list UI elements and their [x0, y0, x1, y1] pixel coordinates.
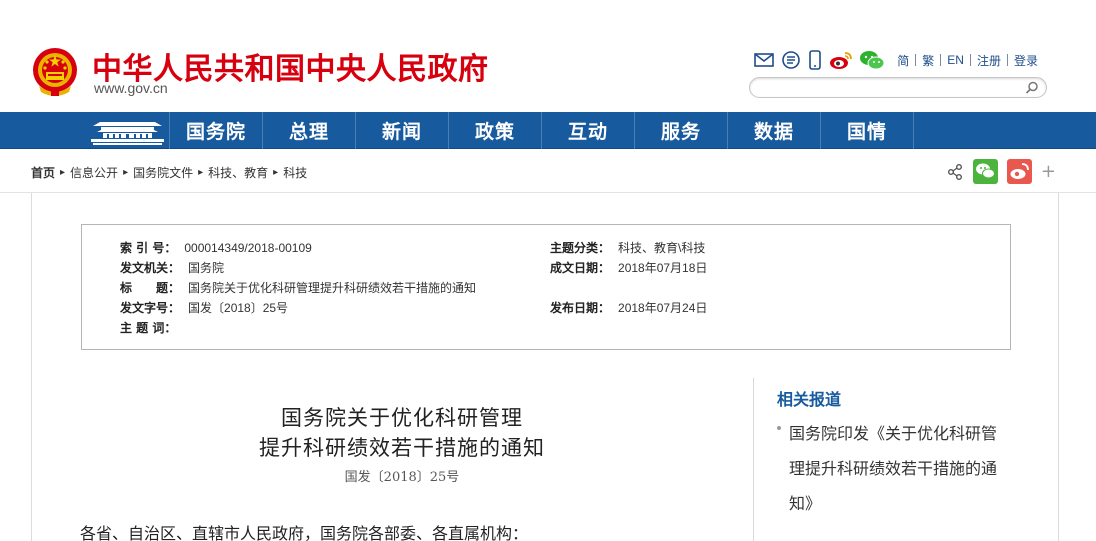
weibo-share-icon[interactable] [1006, 159, 1032, 184]
info-row-doc-no: 发文字号： 国发〔2018〕25号 [120, 299, 288, 316]
info-label: 发布日期： [550, 301, 611, 315]
nav-home[interactable] [85, 112, 170, 149]
rss-icon[interactable] [781, 50, 801, 70]
nav-item-policies[interactable]: 政策 [449, 112, 542, 149]
lang-english-link[interactable]: EN [941, 53, 970, 67]
breadcrumb-info-disclosure[interactable]: 信息公开 [70, 164, 118, 181]
site-header: 中华人民共和国中央人民政府 www.gov.cn 简 繁 EN 注册 登录 [0, 0, 1096, 112]
document-title-line: 国务院关于优化科研管理 [281, 406, 523, 430]
document-number: 国发〔2018〕25号 [344, 470, 460, 485]
info-label: 索 引 号： [120, 241, 177, 255]
document-title-line: 提升科研绩效若干措施的通知 [259, 436, 545, 460]
chevron-right-icon: ▸ [273, 167, 279, 178]
breadcrumb-bar: 首页 ▸ 信息公开 ▸ 国务院文件 ▸ 科技、教育 ▸ 科技 + [0, 150, 1096, 193]
info-value: 国务院关于优化科研管理提升科研绩效若干措施的通知 [188, 281, 477, 295]
info-row-index: 索 引 号： 000014349/2018-00109 [120, 239, 312, 256]
breadcrumb-sci-edu[interactable]: 科技、教育 [208, 164, 268, 181]
nav-item-state-council[interactable]: 国务院 [170, 112, 263, 149]
info-value: 2018年07月18日 [618, 261, 708, 275]
search-icon[interactable] [1024, 80, 1040, 96]
info-value: 国务院 [188, 261, 225, 275]
tiananmen-icon [91, 122, 164, 145]
document-title: 国务院关于优化科研管理 提升科研绩效若干措施的通知 [192, 403, 612, 463]
document-salutation: 各省、自治区、直辖市人民政府，国务院各部委、各直属机构： [80, 524, 529, 541]
main-nav: 国务院 总理 新闻 政策 互动 服务 数据 国情 [0, 112, 1096, 149]
lang-simplified-link[interactable]: 简 [891, 52, 915, 69]
wechat-share-icon[interactable] [972, 159, 998, 184]
breadcrumb-home[interactable]: 首页 [31, 164, 55, 181]
nav-item-news[interactable]: 新闻 [356, 112, 449, 149]
breadcrumb-science[interactable]: 科技 [283, 164, 307, 181]
info-row-title: 标 题： 国务院关于优化科研管理提升科研绩效若干措施的通知 [120, 279, 476, 296]
nav-item-premier[interactable]: 总理 [263, 112, 356, 149]
nav-item-interaction[interactable]: 互动 [542, 112, 635, 149]
nav-items: 国务院 总理 新闻 政策 互动 服务 数据 国情 [170, 112, 914, 149]
info-row-written-date: 成文日期： 2018年07月18日 [550, 259, 707, 276]
document-info-table: 索 引 号： 000014349/2018-00109 发文机关： 国务院 标 题：… [81, 224, 1011, 350]
bullet-icon [777, 426, 781, 430]
search-input[interactable] [760, 80, 1020, 96]
related-reports-sidebar: 相关报道 国务院印发《关于优化科研管理提升科研绩效若干措施的通知》 [753, 378, 1043, 541]
register-link[interactable]: 注册 [971, 52, 1007, 69]
info-label: 主题分类： [550, 241, 611, 255]
top-tools: 简 繁 EN 注册 登录 [753, 50, 1044, 70]
related-report-link[interactable]: 国务院印发《关于优化科研管理提升科研绩效若干措施的通知》 [789, 416, 1011, 521]
info-label: 成文日期： [550, 261, 611, 275]
plus-icon[interactable]: + [1041, 162, 1056, 181]
search-box [749, 77, 1047, 98]
info-value: 000014349/2018-00109 [184, 241, 312, 255]
info-label: 发文机关： [120, 261, 181, 275]
breadcrumb: 首页 ▸ 信息公开 ▸ 国务院文件 ▸ 科技、教育 ▸ 科技 [31, 164, 307, 181]
main-panel: 索 引 号： 000014349/2018-00109 发文机关： 国务院 标 题：… [31, 193, 1059, 541]
info-value: 国发〔2018〕25号 [188, 301, 289, 315]
related-reports-title[interactable]: 相关报道 [777, 386, 841, 410]
nav-item-services[interactable]: 服务 [635, 112, 728, 149]
info-value: 2018年07月24日 [618, 301, 708, 315]
info-value: 科技、教育\科技 [618, 241, 706, 255]
login-link[interactable]: 登录 [1008, 52, 1044, 69]
breadcrumb-state-council-docs[interactable]: 国务院文件 [133, 164, 193, 181]
nav-item-national-info[interactable]: 国情 [821, 112, 914, 149]
info-row-keywords: 主 题 词： [120, 319, 184, 336]
share-icon[interactable] [946, 163, 964, 181]
wechat-icon[interactable] [859, 50, 885, 70]
share-tools: + [937, 159, 1056, 184]
email-icon[interactable] [753, 50, 775, 70]
info-label: 发文字号： [120, 301, 181, 315]
info-label: 主 题 词： [120, 321, 177, 335]
info-row-publish-date: 发布日期： 2018年07月24日 [550, 299, 707, 316]
weibo-icon[interactable] [829, 50, 853, 70]
info-row-issuer: 发文机关： 国务院 [120, 259, 224, 276]
chevron-right-icon: ▸ [123, 167, 129, 178]
info-row-category: 主题分类： 科技、教育\科技 [550, 239, 705, 256]
info-label: 标 题： [120, 281, 181, 295]
chevron-right-icon: ▸ [60, 167, 66, 178]
national-emblem-icon[interactable] [31, 46, 79, 98]
chevron-right-icon: ▸ [198, 167, 204, 178]
nav-item-data[interactable]: 数据 [728, 112, 821, 149]
site-url[interactable]: www.gov.cn [94, 80, 168, 96]
lang-traditional-link[interactable]: 繁 [916, 52, 940, 69]
mobile-icon[interactable] [807, 50, 823, 70]
